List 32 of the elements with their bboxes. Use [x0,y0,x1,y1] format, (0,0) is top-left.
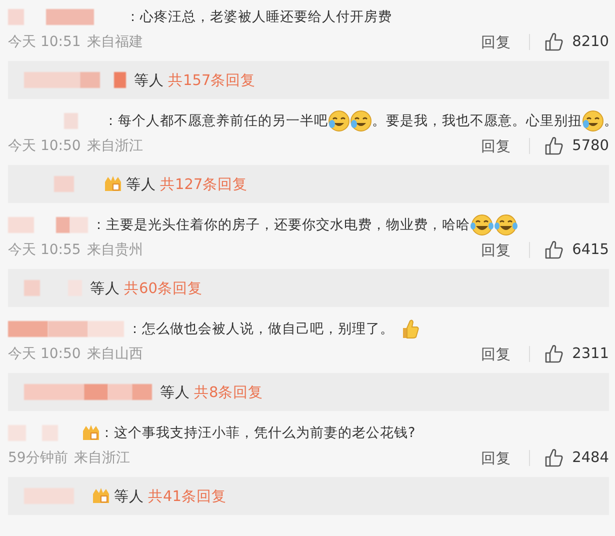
comment-time: 今天 10:50 [8,137,81,155]
comment-text: 。 [604,112,615,130]
reply-button[interactable]: 回复 [477,344,516,364]
comment-text: ：心疼汪总，老婆被人睡还要给人付开房费 [126,8,392,26]
comment-location: 来自贵州 [86,241,143,259]
others-label: 等人 [126,176,156,194]
comment-text: ：每个人都不愿意养前任的另一半吧 [104,112,328,130]
reply-button[interactable]: 回复 [477,240,516,260]
others-label: 等人 [160,384,190,402]
like-count: 6415 [572,242,609,258]
others-label: 等人 [114,488,144,506]
reply-button[interactable]: 回复 [477,32,516,52]
comment-time: 今天 10:50 [8,345,81,363]
comment-time: 今天 10:51 [8,33,81,51]
reply-button[interactable]: 回复 [477,448,516,468]
comment-text: ：主要是光头住着你的房子，还要你交水电费，物业费，哈哈 [92,216,470,234]
like-count: 5780 [572,138,609,154]
comment-text: ：怎么做也会被人说，做自己吧，别理了。 [128,320,394,338]
comment-time: 今天 10:55 [8,241,81,259]
others-label: 等人 [90,280,120,298]
comment-text: 。要是我，我也不愿意。心里别扭 [372,112,582,130]
comment-time: 59分钟前 [8,449,68,467]
comment-text: ：这个事我支持汪小菲，凭什么为前妻的老公花钱? [100,424,416,442]
comment-location: 来自浙江 [86,137,143,155]
reply-button[interactable]: 回复 [477,136,516,156]
comment-location: 来自浙江 [74,449,130,467]
like-count: 2311 [572,346,609,362]
comment-location: 来自福建 [86,33,143,51]
like-count: 8210 [572,34,609,50]
comment-location: 来自山西 [86,345,143,363]
like-count: 2484 [572,450,609,466]
others-label: 等人 [134,72,164,90]
